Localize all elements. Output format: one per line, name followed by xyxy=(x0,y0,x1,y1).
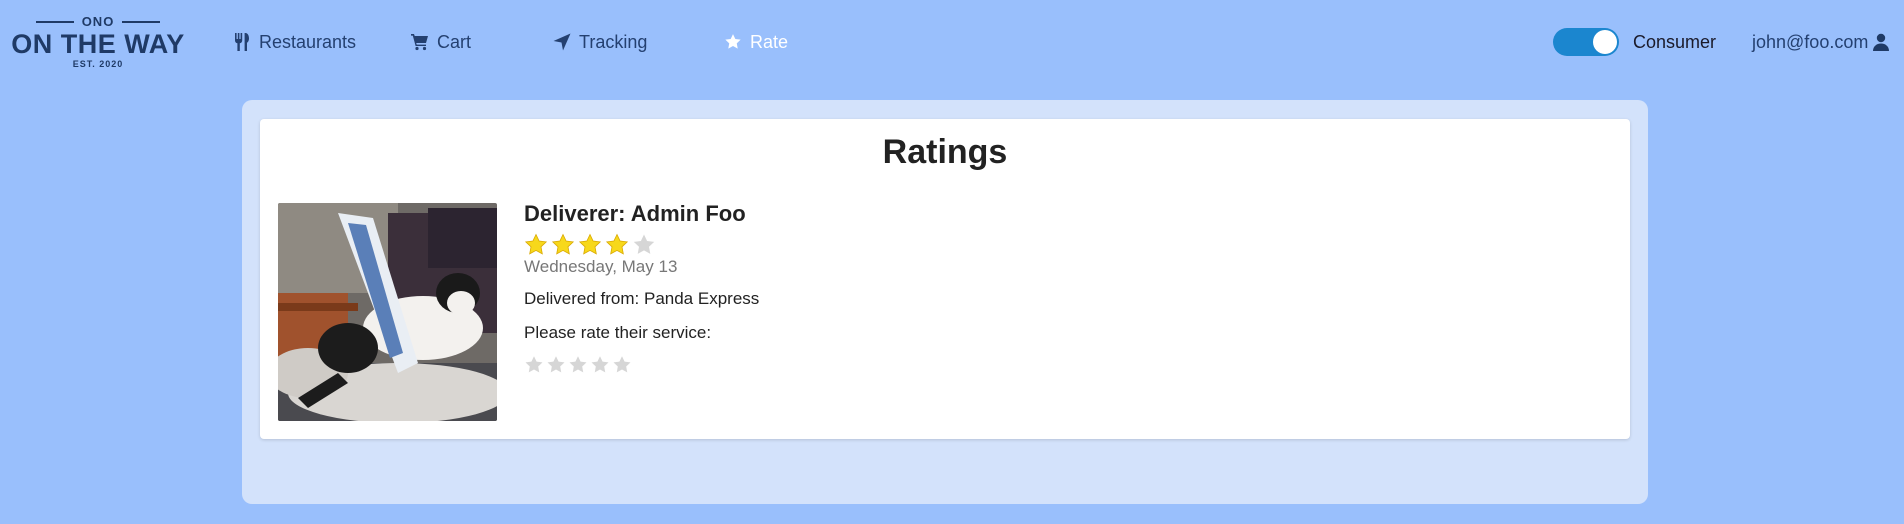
star-empty-icon xyxy=(633,234,655,254)
rate-star-2-icon[interactable] xyxy=(546,355,566,375)
user-icon xyxy=(1873,33,1890,51)
nav-rate[interactable]: Rate xyxy=(724,30,788,54)
navbar: ONO ON THE WAY EST. 2020 Restaurants Car… xyxy=(0,0,1904,84)
nav-restaurants-label: Restaurants xyxy=(259,31,357,52)
nav-tracking-label: Tracking xyxy=(579,31,648,52)
deliverer-name: Deliverer: Admin Foo xyxy=(524,201,746,226)
rate-service-stars[interactable] xyxy=(524,355,759,375)
logo-line-left xyxy=(35,20,74,23)
star-filled-icon xyxy=(578,233,602,255)
user-menu[interactable]: john@foo.com xyxy=(1752,30,1890,54)
toggle-knob xyxy=(1593,30,1617,54)
nav-rate-label: Rate xyxy=(750,31,789,52)
rating-details: Deliverer: Admin Foo Wednesday, May 13 D… xyxy=(524,199,759,375)
user-email: john@foo.com xyxy=(1752,32,1869,52)
logo[interactable]: ONO ON THE WAY EST. 2020 xyxy=(10,14,186,69)
ratings-panel: Ratings Deliverer: Admin Foo Wednesday, … xyxy=(242,100,1648,504)
logo-top-text: ONO xyxy=(81,14,115,29)
delivered-from: Delivered from: Panda Express xyxy=(524,289,760,308)
rating-card: Ratings Deliverer: Admin Foo Wednesday, … xyxy=(260,119,1630,439)
star-icon xyxy=(725,34,741,49)
nav-cart[interactable]: Cart xyxy=(411,30,471,54)
star-filled-icon xyxy=(551,233,575,255)
rate-star-1-icon[interactable] xyxy=(524,355,544,375)
nav-cart-label: Cart xyxy=(437,31,472,52)
rate-star-3-icon[interactable] xyxy=(568,355,588,375)
location-arrow-icon xyxy=(553,33,571,51)
cat-photo-illustration xyxy=(278,203,497,421)
star-filled-icon xyxy=(605,233,629,255)
deliverer-star-rating xyxy=(524,233,759,257)
page-title: Ratings xyxy=(882,133,1008,171)
star-filled-icon xyxy=(524,233,548,255)
logo-est: EST. 2020 xyxy=(72,59,124,69)
cart-icon xyxy=(411,34,428,51)
mode-label: Consumer xyxy=(1633,32,1717,52)
logo-line-right xyxy=(122,20,161,23)
rate-star-5-icon[interactable] xyxy=(612,355,632,375)
deliverer-photo xyxy=(278,203,497,421)
delivery-date: Wednesday, May 13 xyxy=(524,257,678,276)
nav-tracking[interactable]: Tracking xyxy=(553,30,647,54)
logo-name: ON THE WAY xyxy=(11,29,185,59)
consumer-mode-toggle[interactable] xyxy=(1553,28,1619,56)
nav-restaurants[interactable]: Restaurants xyxy=(233,30,356,54)
utensils-icon xyxy=(235,33,249,51)
rate-star-4-icon[interactable] xyxy=(590,355,610,375)
rate-prompt: Please rate their service: xyxy=(524,323,712,342)
